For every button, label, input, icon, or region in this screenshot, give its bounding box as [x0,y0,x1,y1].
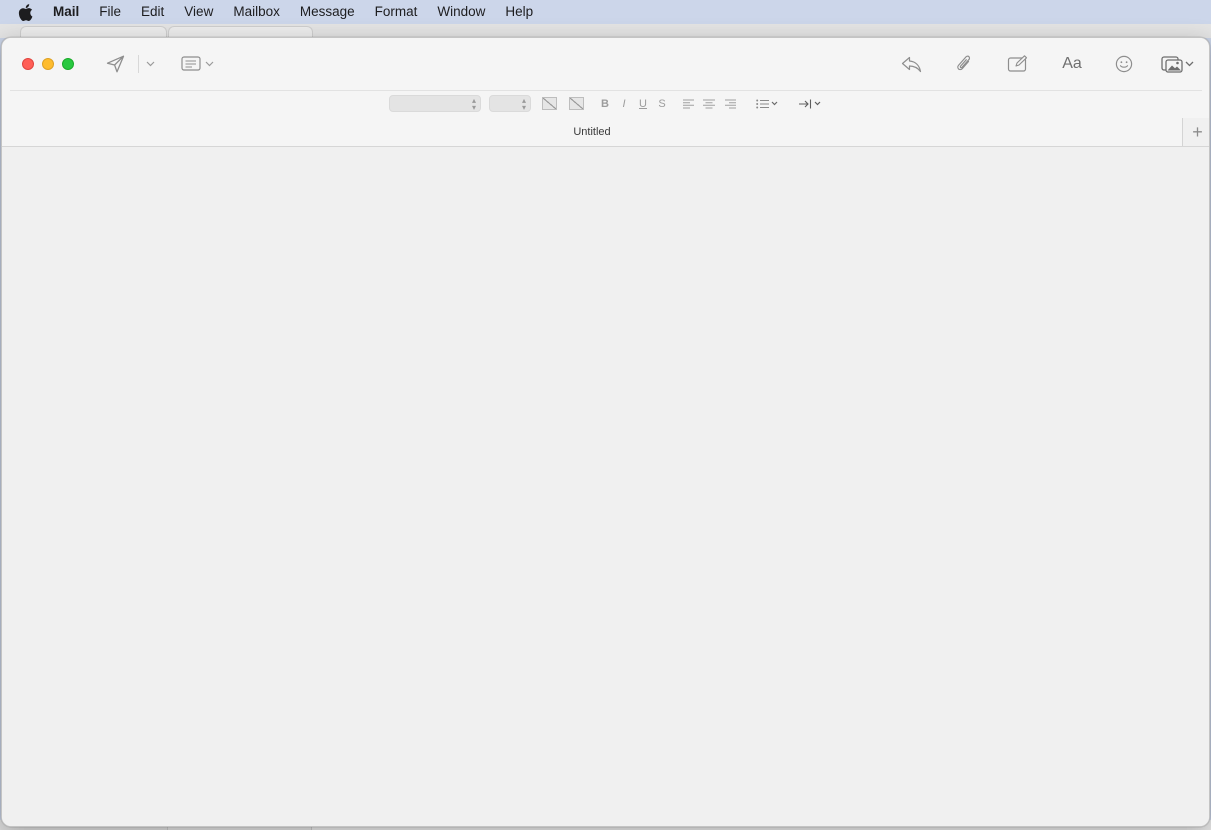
menu-format[interactable]: Format [375,0,418,24]
menu-app-mail[interactable]: Mail [53,0,79,24]
zoom-window-button[interactable] [62,58,74,70]
close-window-button[interactable] [22,58,34,70]
emoji-button[interactable] [1113,53,1135,75]
compose-window: Aa ▴ ▾ ▴ ▾ B I U S Untitled + [1,37,1210,827]
indent-button[interactable] [797,95,823,112]
chevron-down-icon [771,101,778,106]
font-family-select[interactable]: ▴ ▾ [389,95,481,112]
markup-button[interactable] [1006,52,1030,76]
toolbar-divider [10,90,1202,91]
reply-button[interactable] [899,53,923,75]
chevron-down-icon [205,61,214,67]
align-right-icon [724,99,736,109]
menu-file[interactable]: File [99,0,121,24]
minimize-window-button[interactable] [42,58,54,70]
strikethrough-button[interactable]: S [656,95,668,112]
send-options-dropdown[interactable] [144,56,156,72]
menu-window[interactable]: Window [437,0,485,24]
plus-icon: + [1192,121,1203,142]
tab-bar: Untitled + [2,118,1209,146]
header-fields-icon [180,56,203,72]
attach-button[interactable] [953,52,975,76]
paper-plane-icon [106,55,125,73]
stepper-arrows-icon: ▴ ▾ [521,96,526,112]
chevron-down-icon [814,101,821,106]
new-tab-button[interactable]: + [1182,118,1209,146]
italic-button[interactable]: I [618,95,630,112]
menu-mailbox[interactable]: Mailbox [233,0,280,24]
background-color-well[interactable] [569,97,584,110]
message-body[interactable] [2,147,1209,826]
font-size-select[interactable]: ▴ ▾ [489,95,531,112]
list-style-button[interactable] [754,95,780,112]
align-center-icon [703,99,715,109]
bold-button[interactable]: B [599,95,611,112]
paperclip-icon [956,54,972,74]
toolbar-separator [138,55,139,73]
bullet-list-icon [756,99,769,109]
photo-browser-button[interactable] [1158,53,1196,75]
tab-untitled[interactable]: Untitled [2,118,1182,146]
fonts-icon: Aa [1062,55,1082,72]
align-left-icon [683,99,695,109]
smiley-icon [1115,55,1133,73]
align-center-button[interactable] [702,95,716,112]
chevron-down-icon [1185,61,1194,67]
compose-markup-icon [1007,55,1029,73]
apple-menu-icon[interactable] [18,3,34,21]
underline-button[interactable]: U [637,95,649,112]
menu-bar: Mail File Edit View Mailbox Message Form… [0,0,1211,24]
chevron-down-icon [146,61,155,67]
text-color-well[interactable] [542,97,557,110]
photo-browser-icon [1160,55,1183,73]
fonts-button[interactable]: Aa [1057,52,1087,76]
send-button[interactable] [104,54,126,74]
indent-icon [799,99,812,109]
menu-message[interactable]: Message [300,0,355,24]
header-fields-button[interactable] [177,54,217,74]
menu-edit[interactable]: Edit [141,0,164,24]
stepper-arrows-icon: ▴ ▾ [471,96,476,112]
menu-help[interactable]: Help [505,0,533,24]
reply-icon [901,56,922,73]
align-right-button[interactable] [723,95,737,112]
align-left-button[interactable] [682,95,696,112]
menu-view[interactable]: View [184,0,213,24]
window-toolbar: Aa ▴ ▾ ▴ ▾ B I U S Untitled + [2,38,1209,147]
